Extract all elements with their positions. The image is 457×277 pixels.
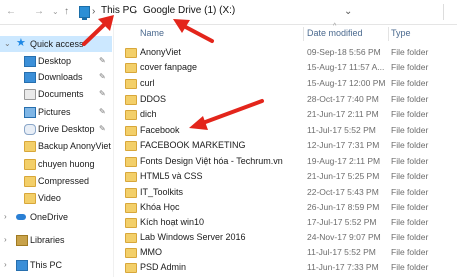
red-arrow-google-drive (173, 19, 214, 43)
red-arrow-this-pc (82, 15, 114, 46)
red-arrow-facebook (189, 99, 264, 130)
annotation-arrows (82, 15, 264, 130)
